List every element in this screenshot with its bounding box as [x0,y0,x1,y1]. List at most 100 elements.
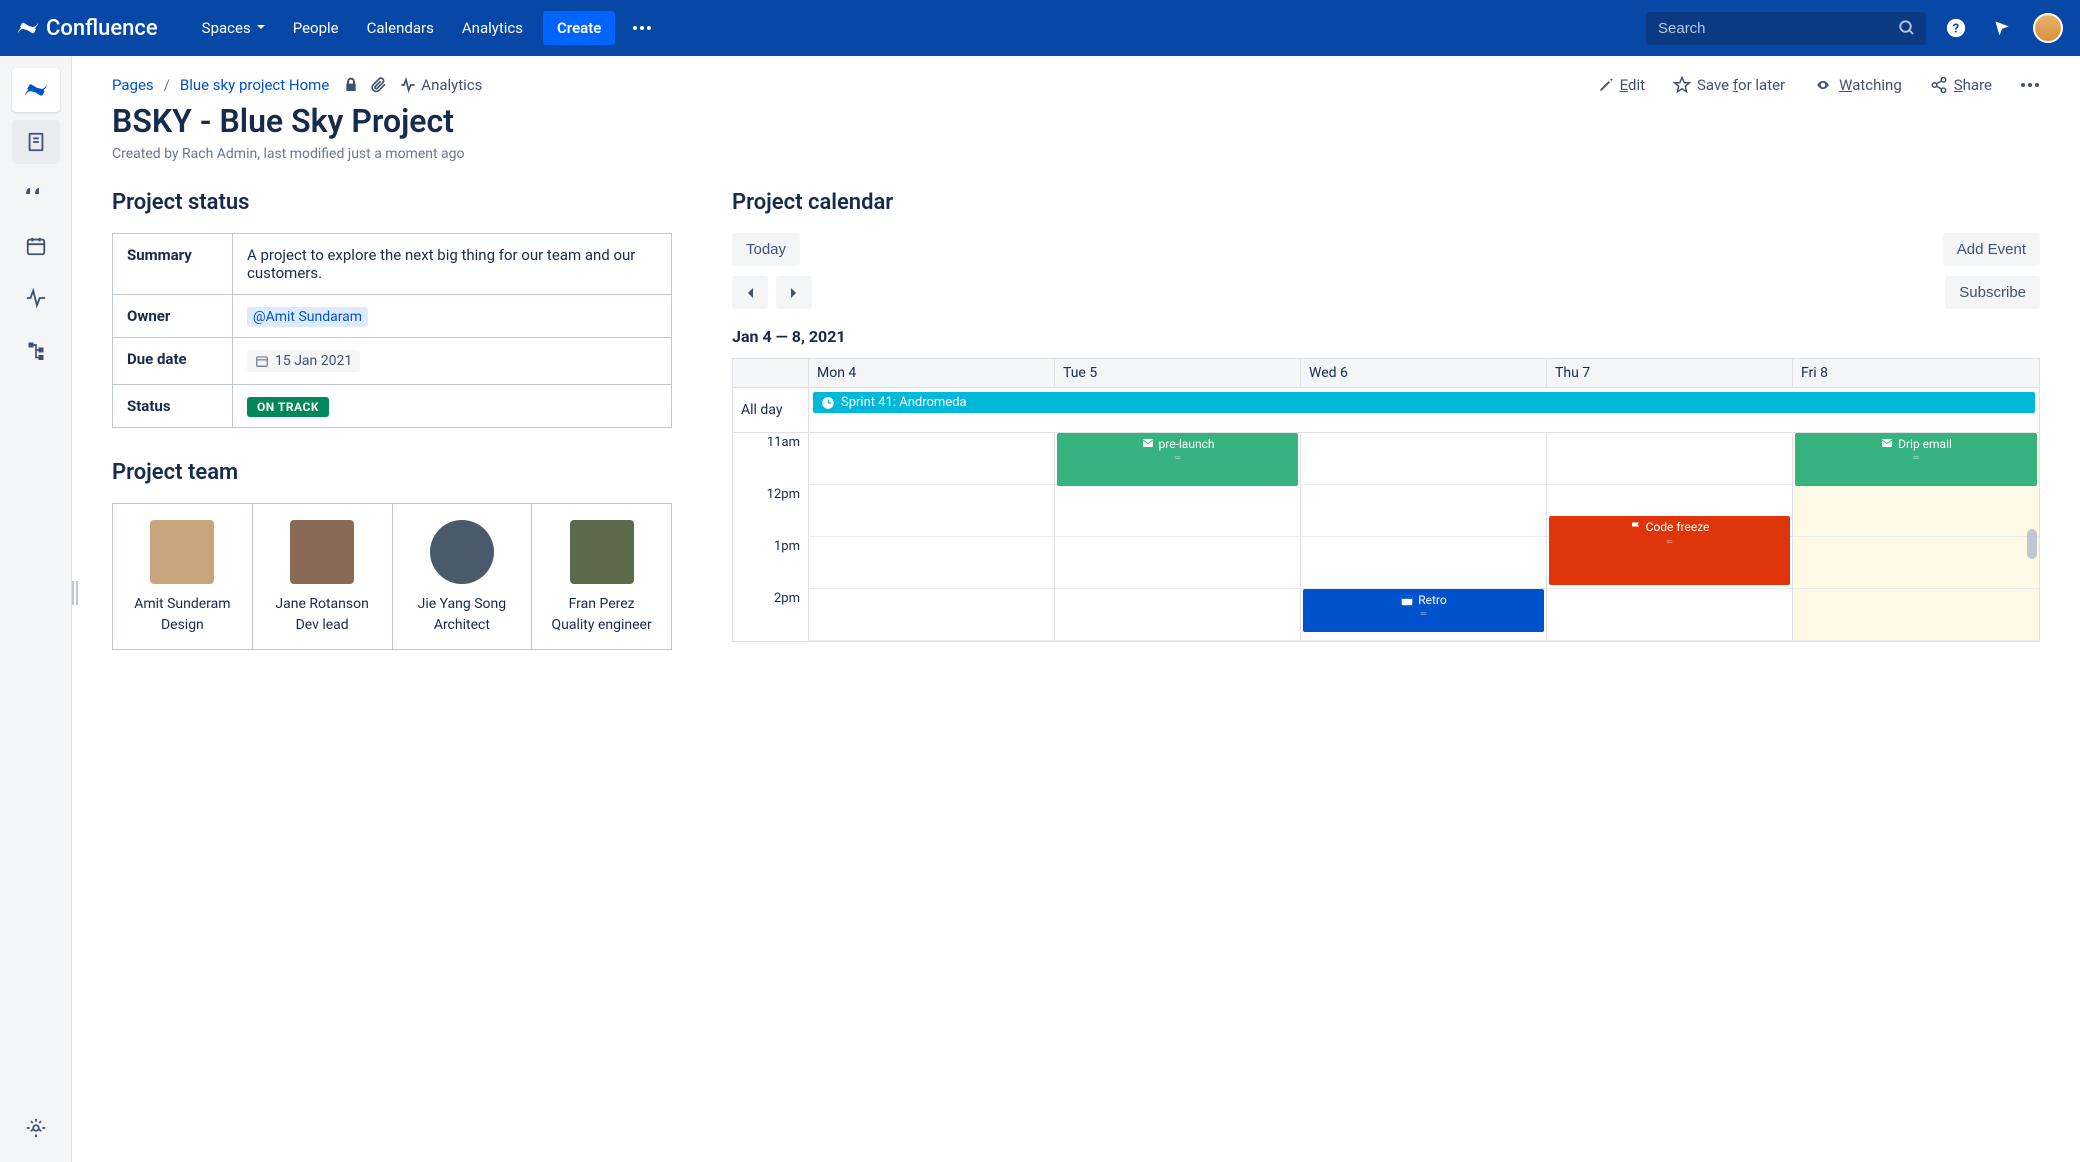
profile-button[interactable] [2032,12,2064,44]
status-lozenge: ON TRACK [247,397,329,417]
rail-calendar[interactable] [12,224,60,268]
breadcrumb-analytics[interactable]: Analytics [399,76,482,94]
status-heading: Project status [112,190,672,215]
help-button[interactable]: ? [1940,12,1972,44]
breadcrumb-sep: / [164,76,170,94]
avatar [570,520,634,584]
rail-analytics[interactable] [12,276,60,320]
create-button[interactable]: Create [543,11,615,45]
dots-icon [633,26,651,30]
event-resize-handle[interactable]: ═ [1421,609,1427,618]
calendar-toolbar: Today Add Event [732,233,2040,266]
event-title: pre-launch [1159,437,1215,451]
quote-icon [24,182,48,206]
pulse-icon [399,77,417,93]
calendar-slot[interactable] [1547,433,1792,485]
calendar-heading: Project calendar [732,190,2040,215]
eye-icon [1813,78,1833,92]
team-member[interactable]: Amit SunderamDesign [113,504,253,649]
rail-pages[interactable] [12,120,60,164]
event-resize-handle[interactable]: ═ [1913,453,1919,462]
nav-analytics[interactable]: Analytics [450,11,535,45]
allday-event[interactable]: Sprint 41: Andromeda [813,392,2035,413]
nav-people[interactable]: People [281,11,351,45]
calendar-slot[interactable] [1793,589,2039,641]
rail-settings[interactable] [12,1106,60,1150]
due-label: Due date [113,338,233,385]
prev-button[interactable] [732,276,768,309]
subscribe-button[interactable]: Subscribe [1945,276,2040,309]
edit-action[interactable]: Edit [1598,76,1645,94]
calendar-slot[interactable] [809,485,1054,537]
calendar-day-col[interactable] [809,433,1055,641]
rail-space-logo[interactable] [12,68,60,112]
team-member[interactable]: Jane RotansonDev lead [253,504,393,649]
event-resize-handle[interactable]: ═ [1667,537,1673,546]
calendar-slot[interactable] [1793,485,2039,537]
calendar-slot[interactable] [809,433,1054,485]
avatar [290,520,354,584]
event-title: Drip email [1898,437,1952,451]
page-more-button[interactable] [2020,83,2040,87]
breadcrumb-parent[interactable]: Blue sky project Home [180,76,329,94]
due-date-chip[interactable]: 15 Jan 2021 [247,350,360,372]
team-member[interactable]: Fran PerezQuality engineer [532,504,671,649]
calendar-day-col[interactable]: Code freeze═ [1547,433,1793,641]
team-member-name: Jie Yang Song [401,594,524,615]
pencil-icon [1598,77,1614,93]
nav-calendars[interactable]: Calendars [355,11,446,45]
team-member[interactable]: Jie Yang SongArchitect [393,504,533,649]
watching-action[interactable]: Watching [1813,76,1902,94]
summary-label: Summary [113,234,233,295]
calendar-event[interactable]: Code freeze═ [1549,516,1790,585]
table-row: Status ON TRACK [113,385,672,428]
owner-mention[interactable]: @Amit Sundaram [247,307,368,327]
calendar-event[interactable]: pre-launch ═ [1057,433,1298,486]
save-action[interactable]: Save for later [1673,76,1785,94]
left-rail [0,56,72,1162]
calendar-day-header: Tue 5 [1055,359,1301,387]
today-button[interactable]: Today [732,233,800,266]
breadcrumb-pages[interactable]: Pages [112,76,154,94]
calendar-day-header: Thu 7 [1547,359,1793,387]
share-action[interactable]: Share [1930,76,1992,94]
page-actions: Edit Save for later Watching Share [1598,76,2040,94]
share-icon [1930,76,1948,94]
attachment-icon[interactable] [371,76,387,94]
next-button[interactable] [776,276,812,309]
search-input[interactable] [1646,12,1926,45]
notifications-button[interactable] [1986,12,2018,44]
nav-more-button[interactable] [623,18,661,38]
scrollbar-thumb[interactable] [2027,529,2037,559]
search-box [1646,12,1926,45]
event-resize-handle[interactable]: ═ [1175,453,1181,462]
calendar-slot[interactable] [1055,485,1300,537]
calendar-slot[interactable] [1301,485,1546,537]
calendar-event[interactable]: Drip email ═ [1795,433,2037,486]
calendar-slot[interactable] [1301,433,1546,485]
calendar-slot[interactable] [1301,537,1546,589]
avatar [2033,13,2063,43]
calendar-slot[interactable] [1793,537,2039,589]
calendar-day-col[interactable]: Retro═ [1301,433,1547,641]
gear-icon [25,1117,47,1139]
chevron-left-icon [746,287,754,299]
calendar-time-label: 11am [733,433,808,485]
table-row: Due date 15 Jan 2021 [113,338,672,385]
rail-tree[interactable] [12,328,60,372]
calendar-day-col[interactable]: pre-launch ═ [1055,433,1301,641]
calendar-slot[interactable] [1055,537,1300,589]
product-logo[interactable]: Confluence [16,16,158,41]
calendar-slot[interactable] [809,589,1054,641]
lock-icon[interactable] [343,77,359,93]
calendar-toolbar-2: Subscribe [732,276,2040,309]
calendar-event[interactable]: Retro═ [1303,589,1544,632]
calendar-slot[interactable] [1547,589,1792,641]
calendar-slot[interactable] [809,537,1054,589]
rail-blog[interactable] [12,172,60,216]
calendar-slot[interactable] [1055,589,1300,641]
add-event-button[interactable]: Add Event [1943,233,2040,266]
calendar-day-col[interactable]: Drip email ═ [1793,433,2039,641]
nav-spaces[interactable]: Spaces [190,11,277,45]
calendar-day-header: Mon 4 [809,359,1055,387]
